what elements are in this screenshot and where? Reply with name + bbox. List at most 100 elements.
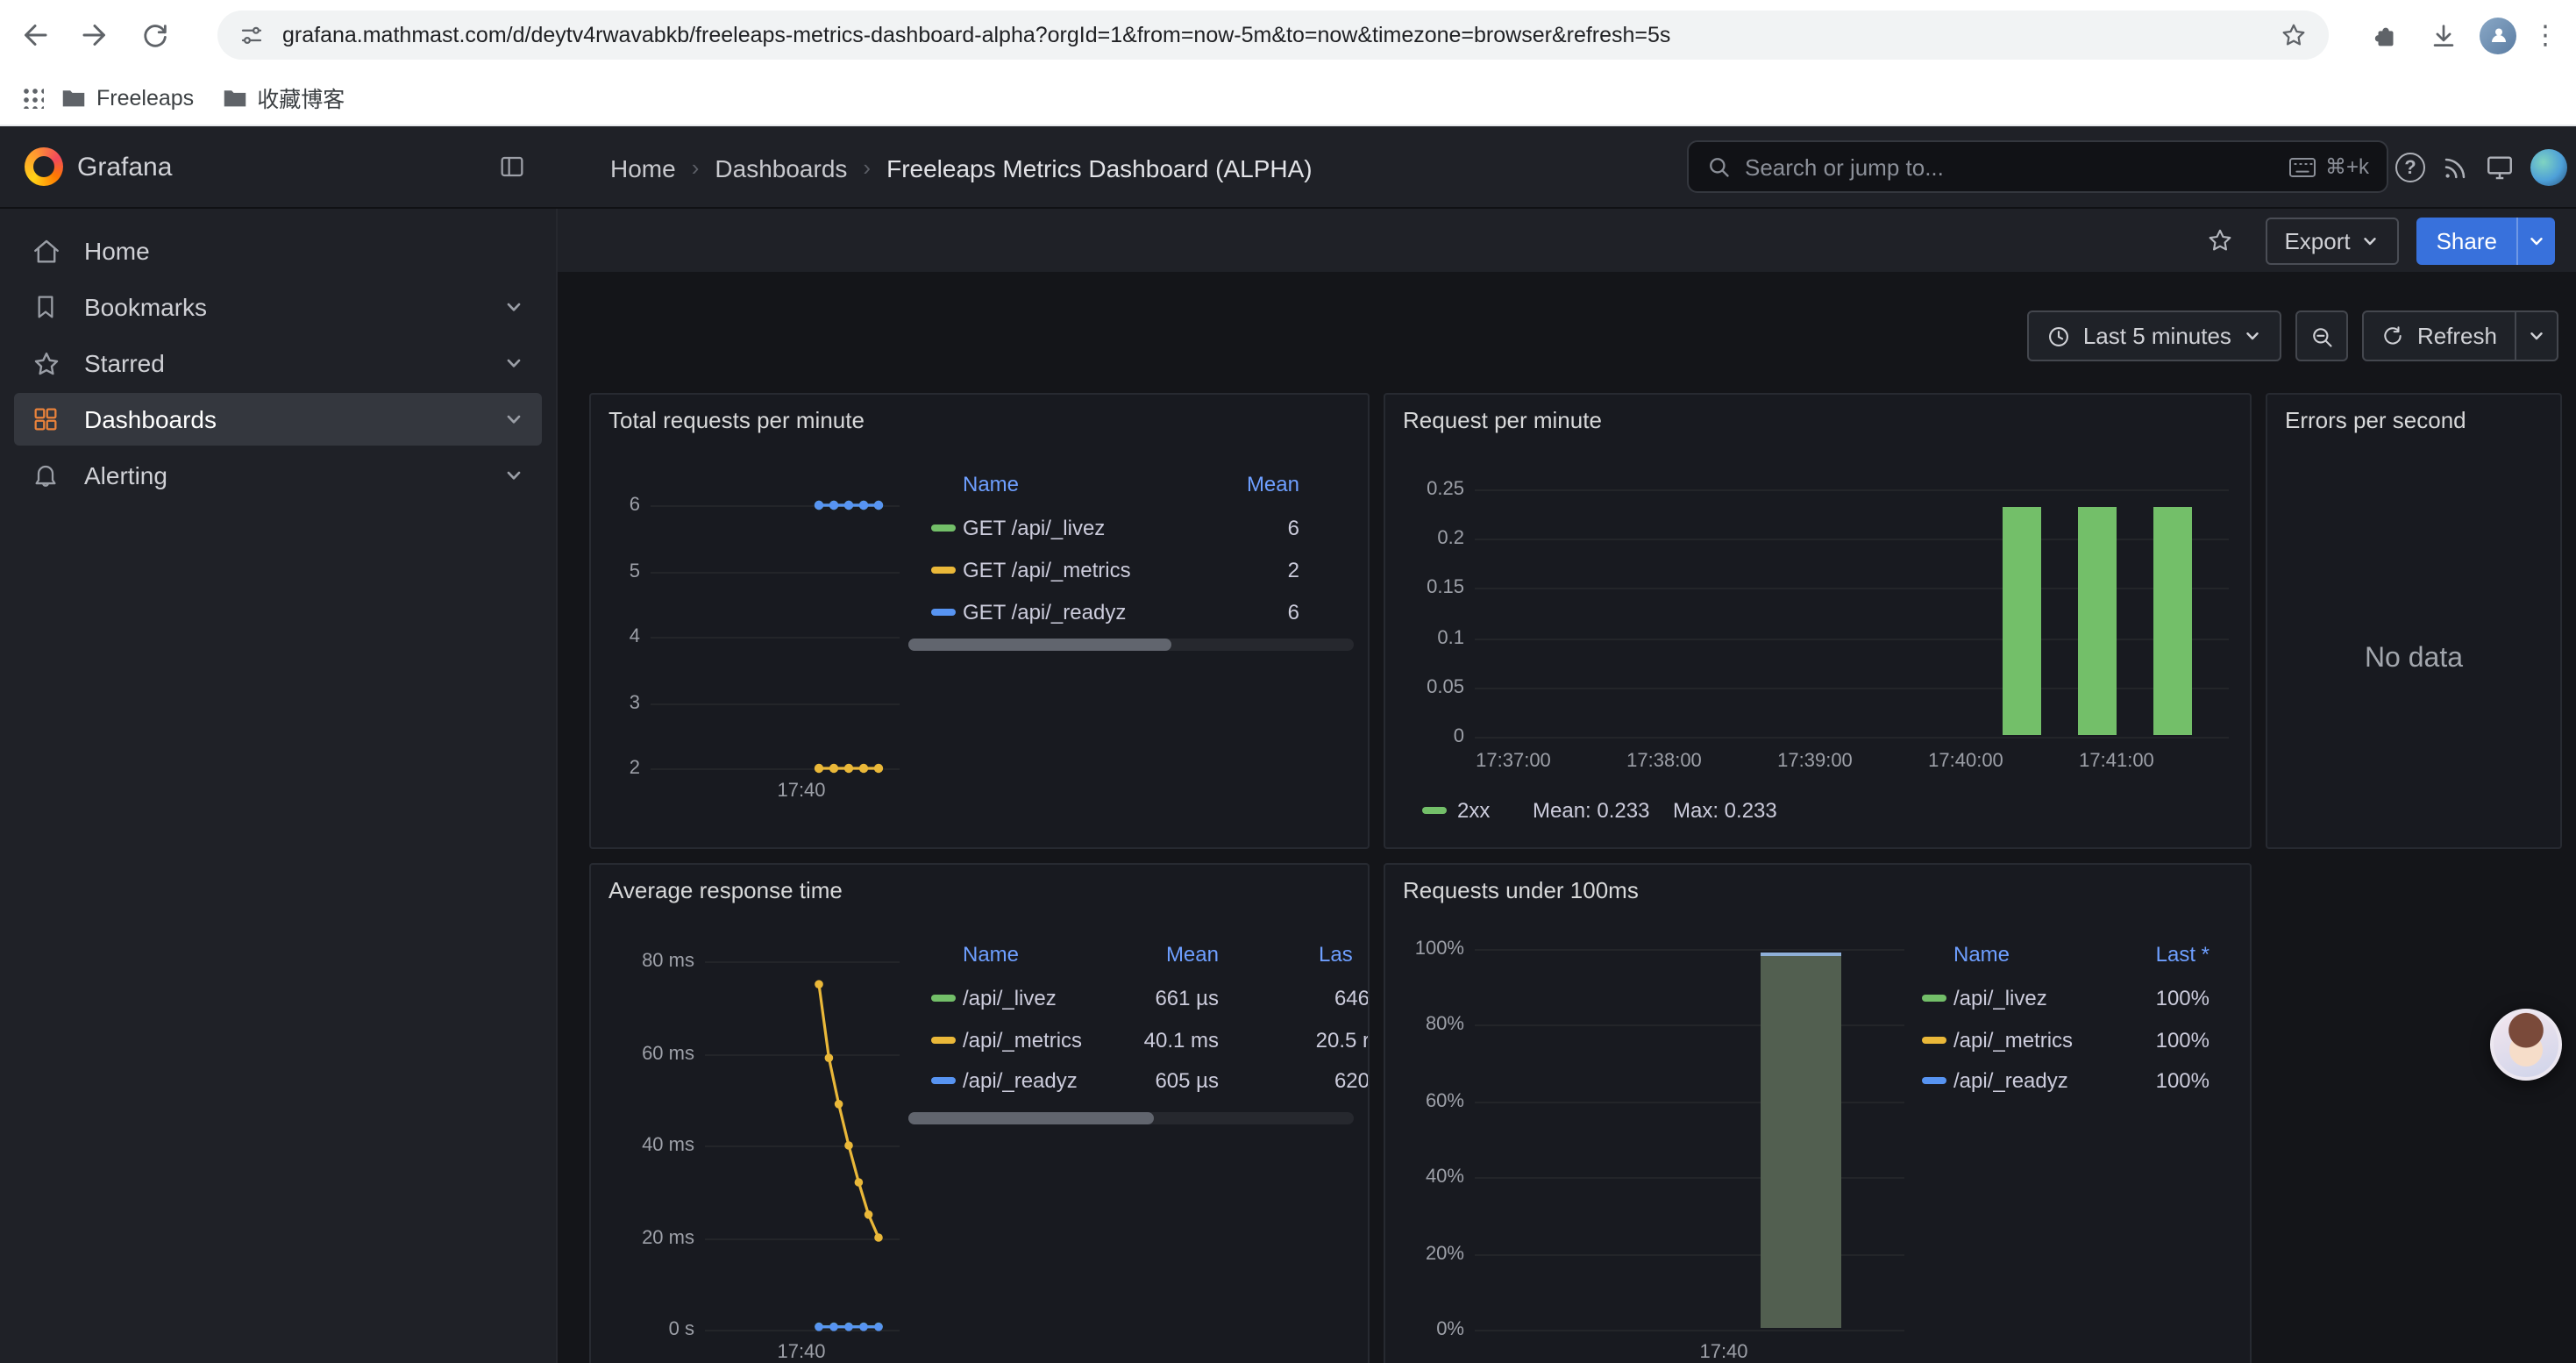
legend-column-header[interactable]: Name bbox=[963, 470, 1019, 498]
y-axis-tick-label: 0.15 bbox=[1384, 578, 1464, 599]
y-axis-tick-label: 20% bbox=[1384, 1243, 1464, 1264]
y-axis-tick-label: 0.2 bbox=[1384, 528, 1464, 549]
share-button[interactable]: Share bbox=[2417, 217, 2516, 264]
y-axis-tick-label: 4 bbox=[589, 626, 640, 647]
panel-title[interactable]: Total requests per minute bbox=[608, 407, 865, 433]
extensions-icon[interactable] bbox=[2364, 14, 2406, 56]
refresh-interval-caret[interactable] bbox=[2516, 310, 2558, 361]
site-settings-icon[interactable] bbox=[238, 22, 265, 48]
refresh-button[interactable]: Refresh bbox=[2363, 310, 2516, 361]
legend-series-swatch bbox=[1922, 1077, 1946, 1084]
breadcrumb: Home›Dashboards›Freeleaps Metrics Dashbo… bbox=[610, 126, 1313, 209]
mega-menu-dock-icon[interactable] bbox=[498, 153, 526, 181]
legend-series-name[interactable]: /api/_livez bbox=[1953, 984, 2047, 1012]
scrollbar-thumb[interactable] bbox=[908, 1112, 1154, 1124]
grafana-logo-icon[interactable] bbox=[25, 147, 63, 186]
y-axis-tick-label: 0.25 bbox=[1384, 479, 1464, 500]
scrollbar-thumb[interactable] bbox=[908, 639, 1171, 651]
chevron-down-icon[interactable] bbox=[503, 465, 524, 486]
downloads-icon[interactable] bbox=[2422, 14, 2464, 56]
legend-series-value: 2 bbox=[1142, 556, 1299, 584]
sidebar-item-label: Starred bbox=[84, 349, 503, 377]
bookmark-item[interactable]: 收藏博客 bbox=[222, 81, 345, 114]
share-button-label: Share bbox=[2437, 227, 2497, 253]
panel-title[interactable]: Average response time bbox=[608, 877, 843, 903]
export-button[interactable]: Export bbox=[2265, 217, 2399, 264]
browser-profile-avatar[interactable] bbox=[2480, 17, 2516, 54]
legend-series-value: 100% bbox=[2052, 984, 2210, 1012]
time-range-picker[interactable]: Last 5 minutes bbox=[2027, 310, 2282, 361]
legend-column-header[interactable]: Last * bbox=[2052, 940, 2210, 968]
back-icon[interactable] bbox=[14, 14, 56, 56]
reload-icon[interactable] bbox=[133, 14, 175, 56]
browser-menu-icon[interactable]: ⋮ bbox=[2532, 22, 2558, 48]
bookmark-items: Freeleaps 收藏博客 bbox=[61, 81, 373, 114]
legend-column-header[interactable]: Las bbox=[1319, 940, 1353, 968]
legend-series-name[interactable]: 2xx bbox=[1457, 796, 1490, 824]
sidebar-item-dashboards[interactable]: Dashboards bbox=[14, 393, 542, 446]
favorite-star-icon[interactable] bbox=[2205, 226, 2233, 254]
y-axis-tick-label: 0.1 bbox=[1384, 627, 1464, 648]
chevron-down-icon[interactable] bbox=[503, 409, 524, 430]
refresh-icon bbox=[2382, 325, 2405, 347]
dashboard-canvas: Last 5 minutes Refresh bbox=[558, 272, 2576, 1363]
legend-series-name[interactable]: GET /api/_livez bbox=[963, 514, 1105, 542]
no-data-message: No data bbox=[2267, 644, 2560, 675]
legend-series-name[interactable]: /api/_livez bbox=[963, 984, 1057, 1012]
sidebar-item-alerting[interactable]: Alerting bbox=[14, 449, 542, 502]
chevron-down-icon bbox=[2244, 326, 2263, 346]
panel-title[interactable]: Requests under 100ms bbox=[1403, 877, 1639, 903]
legend-series-swatch bbox=[1922, 1036, 1946, 1043]
zoom-out-time-button[interactable] bbox=[2296, 310, 2349, 361]
chevron-down-icon bbox=[2361, 231, 2380, 250]
gridline bbox=[651, 703, 900, 704]
address-bar[interactable] bbox=[217, 11, 2329, 60]
kiosk-monitor-icon[interactable] bbox=[2485, 153, 2515, 182]
chevron-down-icon[interactable] bbox=[503, 296, 524, 318]
gridline bbox=[705, 961, 900, 963]
legend-series-swatch bbox=[931, 1077, 956, 1084]
y-axis-tick-label: 80 ms bbox=[589, 951, 694, 972]
forward-icon[interactable] bbox=[74, 14, 116, 56]
breadcrumb-item[interactable]: Dashboards bbox=[715, 153, 847, 182]
url-input[interactable] bbox=[282, 23, 2280, 47]
y-axis-tick-label: 3 bbox=[589, 692, 640, 713]
user-avatar[interactable] bbox=[2530, 149, 2567, 186]
share-menu-caret[interactable] bbox=[2516, 217, 2555, 264]
y-axis-tick-label: 0 bbox=[1384, 726, 1464, 747]
apps-grid-icon[interactable] bbox=[21, 86, 44, 109]
help-icon[interactable]: ? bbox=[2395, 153, 2425, 182]
legend-series-name[interactable]: GET /api/_readyz bbox=[963, 598, 1126, 626]
breadcrumb-item[interactable]: Home bbox=[610, 153, 676, 182]
panel-total-requests-per-minute: Total requests per minute 6543217:40Name… bbox=[589, 393, 1370, 849]
legend-column-header[interactable]: Mean bbox=[1142, 470, 1299, 498]
sidebar-item-bookmarks[interactable]: Bookmarks bbox=[14, 281, 542, 333]
sidebar-item-starred[interactable]: Starred bbox=[14, 337, 542, 389]
bookmark-star-icon[interactable] bbox=[2280, 21, 2308, 49]
y-axis-tick-label: 80% bbox=[1384, 1015, 1464, 1036]
panel-title[interactable]: Errors per second bbox=[2285, 407, 2466, 433]
chevron-down-icon[interactable] bbox=[503, 353, 524, 374]
grafana-header: Grafana Home›Dashboards›Freeleaps Metric… bbox=[0, 126, 2576, 209]
bookmark-item[interactable]: Freeleaps bbox=[61, 85, 194, 110]
legend-horizontal-scrollbar[interactable] bbox=[908, 1112, 1354, 1124]
sidebar: HomeBookmarks Starred DashboardsAlerting bbox=[0, 209, 558, 1363]
floating-extension-avatar[interactable] bbox=[2490, 1009, 2562, 1081]
y-axis-tick-label: 6 bbox=[589, 495, 640, 516]
search-box[interactable]: ⌘+k bbox=[1687, 140, 2388, 193]
panel-average-response-time: Average response time 80 ms60 ms40 ms20 … bbox=[589, 863, 1370, 1363]
legend-column-header[interactable]: Name bbox=[963, 940, 1019, 968]
legend-series-swatch bbox=[931, 995, 956, 1002]
legend-column-header[interactable]: Mean bbox=[1061, 940, 1219, 968]
news-rss-icon[interactable] bbox=[2441, 153, 2469, 182]
legend-series-name[interactable]: GET /api/_metrics bbox=[963, 556, 1131, 584]
sidebar-item-home[interactable]: Home bbox=[14, 225, 542, 277]
search-input[interactable] bbox=[1745, 153, 2274, 180]
legend-column-header[interactable]: Name bbox=[1953, 940, 2010, 968]
bookmarks-bar: Freeleaps 收藏博客 bbox=[0, 70, 2576, 126]
chevron-down-icon bbox=[2527, 326, 2546, 346]
screenshot-stage: ⋮ Freeleaps 收藏博客 Grafana Home›Dashboards›… bbox=[0, 0, 2576, 1363]
y-axis-tick-label: 60% bbox=[1384, 1091, 1464, 1112]
legend-horizontal-scrollbar[interactable] bbox=[908, 639, 1354, 651]
panel-title[interactable]: Request per minute bbox=[1403, 407, 1602, 433]
